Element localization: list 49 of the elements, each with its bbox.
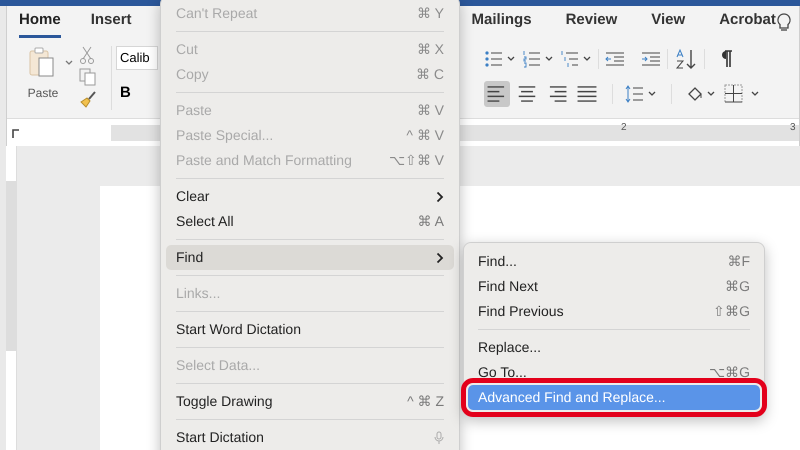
pilcrow-icon[interactable] (719, 50, 733, 68)
multilevel-list-icon[interactable] (560, 50, 592, 68)
ribbon-tab[interactable]: Review (566, 8, 618, 38)
paste-label[interactable]: Paste (28, 84, 58, 102)
menu-item[interactable]: Toggle Drawing ^ ⌘ Z (166, 389, 454, 414)
decrease-indent-icon[interactable] (605, 51, 625, 67)
bullet-list-icon[interactable] (484, 50, 516, 68)
lightbulb-icon[interactable] (777, 13, 791, 33)
menu-item[interactable]: Go To... ⌥⌘G (468, 360, 760, 385)
shortcut-label: ⌘G (725, 277, 750, 296)
scissors-icon[interactable] (79, 46, 95, 64)
shortcut-label: ⌘ Y (417, 4, 444, 23)
shortcut-label: ⌘ X (416, 40, 444, 59)
bold-button[interactable]: B (116, 82, 158, 104)
ribbon-tab[interactable]: Acrobat (719, 8, 776, 38)
ribbon-tab[interactable]: Insert (90, 8, 132, 38)
menu-item[interactable]: Start Word Dictation (166, 317, 454, 342)
menu-item[interactable]: Find (166, 245, 454, 270)
ruler-number: 2 (621, 123, 627, 133)
shortcut-label: ⌘ V (416, 101, 444, 120)
menu-item[interactable]: Clear (166, 184, 454, 209)
shortcut-label: ⌥⌘G (709, 363, 750, 382)
shortcut-label: ^ ⌘ Z (407, 392, 444, 411)
menu-item[interactable]: Find Next ⌘G (468, 274, 760, 299)
ribbon-tab[interactable]: Mailings (472, 8, 532, 38)
shortcut-label: ⌘ A (418, 212, 444, 231)
menu-item[interactable]: Select All ⌘ A (166, 209, 454, 234)
numbered-list-icon[interactable] (522, 50, 554, 68)
shortcut-label: ^ ⌘ V (406, 126, 444, 145)
dropdown-caret-icon[interactable] (65, 60, 73, 66)
line-spacing-icon[interactable] (625, 85, 657, 103)
tab-stop-icon[interactable] (11, 128, 21, 138)
ribbon-tab[interactable]: Home (19, 8, 61, 38)
menu-item[interactable]: Find Previous ⇧⌘G (468, 299, 760, 324)
menu-item[interactable]: Start Dictation (166, 425, 454, 450)
sort-icon[interactable] (674, 48, 698, 70)
shortcut-label: ⌘F (727, 252, 750, 271)
align-left-icon[interactable] (484, 81, 510, 107)
shortcut-label: ⇧⌘G (713, 302, 750, 321)
shortcut-label: ⌥⇧⌘ V (388, 151, 444, 170)
menu-item[interactable]: Replace... (468, 335, 760, 360)
shortcut-label: ⌘ C (416, 65, 444, 84)
ribbon-tab[interactable]: View (651, 8, 686, 38)
ruler-number: 3 (790, 123, 796, 133)
copy-icon[interactable] (79, 68, 97, 86)
increase-indent-icon[interactable] (641, 51, 661, 67)
menu-item[interactable]: Find... ⌘F (468, 249, 760, 274)
paintbrush-icon[interactable] (79, 90, 97, 108)
font-field[interactable]: Calib (116, 46, 158, 70)
